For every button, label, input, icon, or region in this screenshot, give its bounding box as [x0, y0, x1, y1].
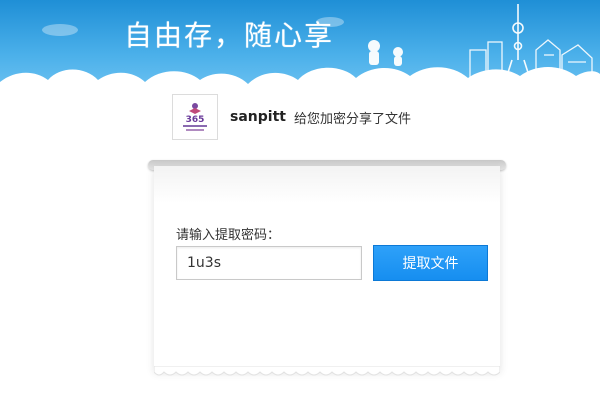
sharer-avatar-logo: 365	[183, 103, 207, 131]
card-wavy-edge	[154, 366, 500, 376]
share-page: 自由存，随心享 365 sanpitt 给您加密分享了文件 请输入提取密码： 提…	[0, 0, 600, 395]
share-message: 给您加密分享了文件	[293, 111, 411, 127]
banner-slogan: 自由存，随心享	[124, 19, 335, 52]
extract-code-input[interactable]	[176, 246, 362, 280]
sharer-avatar[interactable]: 365	[172, 94, 218, 140]
sharer-info: 365 sanpitt 给您加密分享了文件	[172, 94, 411, 140]
sky-banner: 自由存，随心享	[0, 0, 600, 100]
sharer-username[interactable]: sanpitt	[230, 109, 286, 125]
password-prompt: 请输入提取密码：	[176, 228, 281, 243]
extract-file-button[interactable]: 提取文件	[373, 245, 488, 281]
svg-text:365: 365	[186, 115, 205, 125]
